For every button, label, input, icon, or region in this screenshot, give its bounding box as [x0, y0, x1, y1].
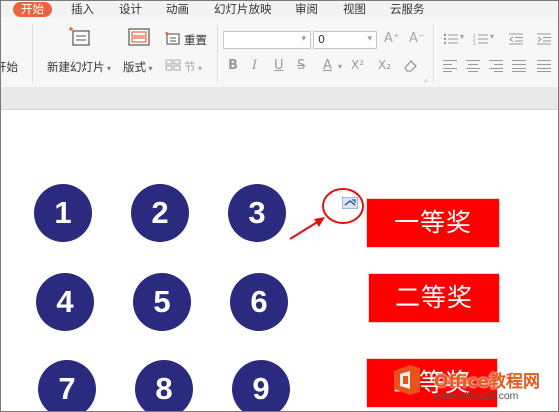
watermark-url: www.office26.com: [434, 390, 519, 402]
watermark: Office教程网 www.office26.com: [388, 357, 558, 411]
watermark-title: Office教程网: [434, 372, 541, 392]
annotation-overlay: [289, 188, 364, 240]
animation-trigger-icon[interactable]: [342, 197, 358, 209]
app-window: 开始 插入 设计 动画 幻灯片放映 审阅 视图 云服务 开始 新建幻灯片 ▾ 版…: [0, 0, 559, 412]
office-logo-icon: [394, 365, 420, 395]
pointer-arrow: [289, 220, 320, 240]
